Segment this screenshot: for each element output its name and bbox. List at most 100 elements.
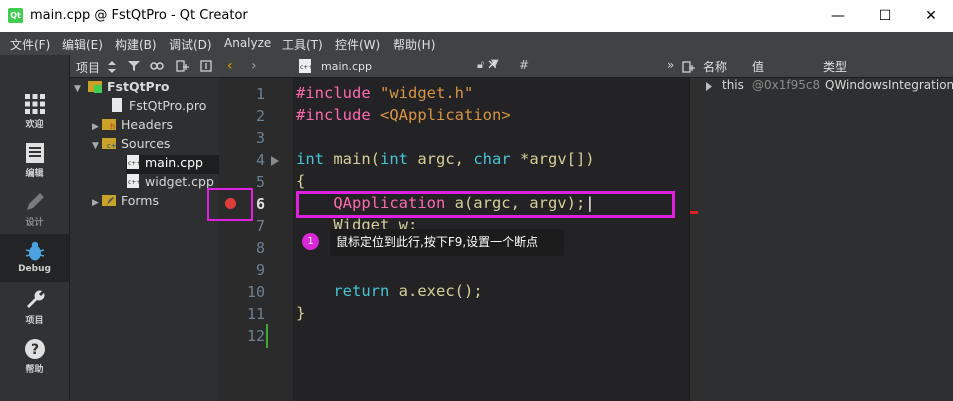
code-line-1: #include "widget.h"	[296, 84, 474, 102]
maximize-button[interactable]: ☐	[862, 0, 908, 32]
tree-item-label: Headers	[121, 117, 174, 132]
svg-text:c++: c++	[300, 64, 311, 71]
menu-tools[interactable]: 工具(T)	[282, 36, 323, 53]
pro-file-icon	[112, 98, 122, 112]
tree-item-main-cpp[interactable]: c++ main.cpp	[126, 155, 219, 174]
symbol-selector[interactable]: #	[519, 58, 529, 72]
collapsed-arrow-icon[interactable]	[706, 82, 712, 91]
code-line-11: }	[296, 304, 306, 322]
mode-label: 项目	[25, 316, 44, 326]
forms-folder-icon	[102, 195, 116, 206]
split-icon[interactable]	[176, 60, 189, 72]
locals-row[interactable]: this @0x1f95c8 QWindowsIntegration	[700, 78, 953, 97]
close-button[interactable]: ✕	[908, 0, 953, 32]
tree-item-sources[interactable]: ▼ c+ Sources	[92, 136, 170, 155]
updown-arrow-icon[interactable]	[108, 61, 116, 73]
menu-build[interactable]: 构建(B)	[115, 36, 157, 53]
mode-label: 欢迎	[25, 120, 44, 130]
menu-analyze[interactable]: Analyze	[224, 36, 271, 50]
menu-help[interactable]: 帮助(H)	[393, 36, 435, 53]
close-pane-icon[interactable]	[200, 60, 212, 72]
line-number: 2	[255, 107, 265, 125]
mode-design[interactable]: 设计	[0, 185, 69, 233]
fold-arrow-icon[interactable]	[271, 156, 279, 166]
back-icon[interactable]: ‹	[227, 58, 233, 74]
expanded-arrow-icon[interactable]: ▼	[74, 84, 84, 94]
menu-widgets[interactable]: 控件(W)	[335, 36, 380, 53]
collapsed-arrow-icon[interactable]: ▶	[92, 122, 102, 132]
svg-text:?: ?	[30, 342, 38, 358]
lock-icon[interactable]: 🔓︎	[477, 58, 484, 72]
column-header-value[interactable]: 值	[752, 58, 764, 75]
mode-label: 编辑	[25, 169, 44, 179]
modified-line-marker	[266, 324, 268, 348]
editor-file-tab[interactable]: main.cpp	[321, 60, 372, 73]
split-icon[interactable]	[682, 61, 695, 73]
forward-icon[interactable]: ›	[251, 58, 257, 74]
mode-projects[interactable]: 项目	[0, 283, 69, 331]
mode-help[interactable]: ? 帮助	[0, 332, 69, 380]
pencil-icon	[26, 193, 44, 210]
projects-view-selector[interactable]: 项目	[76, 59, 100, 76]
local-name: this	[722, 78, 744, 92]
mode-welcome[interactable]: 欢迎	[0, 87, 69, 135]
cpp-file-icon: c++	[299, 59, 311, 73]
tree-item-project[interactable]: ▼ FstQtPro	[74, 79, 169, 98]
projects-pane-header: 项目	[70, 55, 219, 78]
edit-document-icon	[25, 143, 44, 163]
filter-icon[interactable]	[128, 60, 140, 72]
current-line-highlight-box	[296, 191, 675, 218]
menu-file[interactable]: 文件(F)	[10, 36, 50, 53]
link-icon[interactable]	[150, 61, 164, 71]
line-number: 10	[246, 283, 265, 301]
cpp-file-icon: c++	[127, 174, 140, 188]
line-number: 9	[255, 261, 265, 279]
locals-header: 名称 值 类型	[700, 55, 953, 78]
local-value: @0x1f95c8	[752, 78, 821, 92]
mode-selector: 欢迎 编辑 设计 Debug 项目 ? 帮助	[0, 55, 70, 401]
more-icon[interactable]: »	[667, 58, 674, 72]
line-number: 1	[255, 85, 265, 103]
title-bar: Qt main.cpp @ FstQtPro - Qt Creator — ☐ …	[0, 0, 953, 32]
mode-label: 帮助	[25, 365, 44, 375]
column-header-type[interactable]: 类型	[823, 58, 847, 75]
tree-item-label: FstQtPro	[106, 79, 170, 94]
svg-text:c+: c+	[107, 142, 116, 150]
step-number-badge: 1	[302, 233, 319, 250]
tree-item-headers[interactable]: ▶ h Headers	[92, 117, 173, 136]
sources-folder-icon: c+	[102, 138, 116, 150]
close-file-button[interactable]: ✕	[487, 58, 498, 73]
breakpoint-scroll-marker	[690, 211, 698, 214]
tree-item-label: widget.cpp	[145, 174, 214, 189]
line-number: 3	[255, 129, 265, 147]
expanded-arrow-icon[interactable]: ▼	[92, 141, 102, 151]
wrench-icon	[26, 290, 45, 308]
tree-item-label: Sources	[121, 136, 171, 151]
menu-bar: 文件(F) 编辑(E) 构建(B) 调试(D) Analyze 工具(T) 控件…	[0, 32, 953, 55]
menu-debug[interactable]: 调试(D)	[169, 36, 212, 53]
column-header-name[interactable]: 名称	[703, 58, 727, 75]
cpp-file-icon: c++	[127, 155, 140, 169]
code-line-2: #include <QApplication>	[296, 106, 511, 124]
mode-debug[interactable]: Debug	[0, 234, 69, 282]
instruction-tooltip: 鼠标定位到此行,按下F9,设置一个断点	[330, 229, 564, 256]
editor-toolbar: ‹ › c++ main.cpp 🔓︎ ▼ ✕ # »	[219, 55, 700, 78]
tree-item-widget-cpp[interactable]: c++ widget.cpp	[126, 174, 214, 193]
qt-project-icon	[87, 81, 102, 93]
line-number-gutter[interactable]: 1 2 3 4 5 6 7 8 9 10 11 12	[219, 78, 293, 401]
mode-edit[interactable]: 编辑	[0, 136, 69, 184]
tree-item-forms[interactable]: ▶ Forms	[92, 193, 159, 212]
mode-label: Debug	[18, 264, 51, 274]
line-number: 4	[255, 151, 265, 169]
editor-scrollbar[interactable]	[689, 78, 700, 401]
headers-folder-icon: h	[102, 119, 116, 131]
menu-edit[interactable]: 编辑(E)	[62, 36, 103, 53]
tree-item-pro-file[interactable]: FstQtPro.pro	[110, 98, 206, 117]
svg-text:h: h	[110, 122, 115, 131]
minimize-button[interactable]: —	[815, 0, 861, 32]
tree-item-label: Forms	[121, 193, 160, 208]
bug-icon	[25, 241, 44, 261]
collapsed-arrow-icon[interactable]: ▶	[92, 198, 102, 208]
line-number: 8	[255, 239, 265, 257]
line-number: 12	[246, 327, 265, 345]
